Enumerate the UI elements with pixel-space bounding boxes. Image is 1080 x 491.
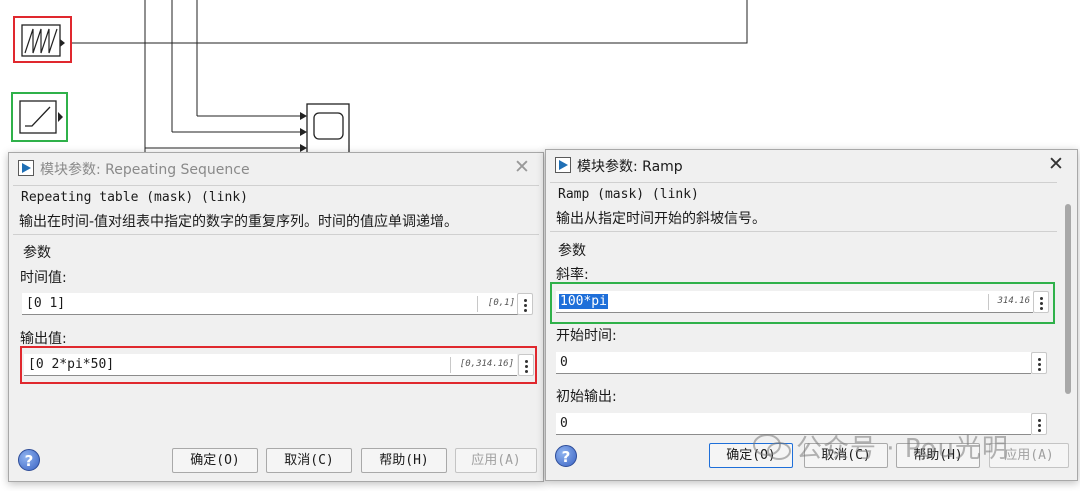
time-values-input[interactable]: [0 1] [0,1]	[22, 293, 518, 315]
help-icon[interactable]: ?	[555, 445, 577, 467]
repeating-sequence-block[interactable]	[13, 16, 72, 63]
time-values-menu-icon[interactable]	[517, 293, 533, 315]
simulink-block-icon	[555, 157, 571, 173]
scrollbar-thumb[interactable]	[1065, 204, 1071, 394]
time-values-label: 时间值:	[20, 270, 67, 286]
vertical-scrollbar[interactable]	[1062, 186, 1074, 431]
signal-arrows	[300, 112, 307, 152]
slope-label: 斜率:	[556, 267, 589, 283]
dialog-title: 模块参数: Ramp	[577, 159, 683, 175]
parameters-group-title: 参数	[23, 245, 51, 261]
output-values-label: 输出值:	[20, 331, 67, 347]
slope-highlight	[550, 282, 1055, 324]
help-button[interactable]: 帮助(H)	[361, 448, 447, 473]
apply-button[interactable]: 应用(A)	[455, 448, 537, 473]
description-panel: Ramp (mask) (link) 输出从指定时间开始的斜坡信号。	[550, 182, 1057, 232]
close-icon[interactable]: ✕	[511, 155, 533, 179]
cancel-button[interactable]: 取消(C)	[266, 448, 352, 473]
mask-type-label: Repeating table (mask) (link)	[21, 190, 248, 205]
dialog-title: 模块参数: Repeating Sequence	[40, 162, 250, 178]
title-bar[interactable]: 模块参数: Ramp ✕	[546, 150, 1077, 180]
output-values-highlight	[20, 346, 537, 384]
field-separator	[477, 296, 478, 312]
initial-output-menu-icon[interactable]	[1031, 413, 1047, 435]
help-icon[interactable]: ?	[18, 449, 40, 471]
title-bar[interactable]: 模块参数: Repeating Sequence ✕	[9, 153, 543, 183]
initial-output-label: 初始输出:	[556, 389, 617, 405]
start-time-label: 开始时间:	[556, 328, 617, 344]
block-description: 输出在时间-值对组表中指定的数字的重复序列。时间的值应单调递增。	[19, 214, 459, 230]
simulink-block-icon	[18, 160, 34, 176]
watermark-text: 公众号 · Pou光明	[796, 434, 1009, 464]
repeating-sequence-dialog[interactable]: 模块参数: Repeating Sequence ✕ Repeating tab…	[8, 152, 544, 482]
time-values-evaluated: [0,1]	[487, 298, 515, 308]
start-time-input[interactable]: 0	[556, 352, 1031, 374]
mask-type-label: Ramp (mask) (link)	[558, 187, 699, 202]
time-values-text: [0 1]	[26, 296, 66, 311]
start-time-text: 0	[560, 355, 568, 370]
signal-lines	[72, 0, 748, 160]
block-description: 输出从指定时间开始的斜坡信号。	[556, 211, 766, 227]
parameters-group-title: 参数	[558, 243, 586, 259]
wechat-icon	[753, 434, 791, 460]
description-panel: Repeating table (mask) (link) 输出在时间-值对组表…	[13, 185, 539, 235]
start-time-menu-icon[interactable]	[1031, 352, 1047, 374]
ramp-block[interactable]	[11, 92, 68, 142]
simulink-canvas[interactable]	[0, 0, 1080, 160]
ok-button[interactable]: 确定(O)	[172, 448, 258, 473]
initial-output-text: 0	[560, 416, 568, 431]
close-icon[interactable]: ✕	[1045, 152, 1067, 176]
